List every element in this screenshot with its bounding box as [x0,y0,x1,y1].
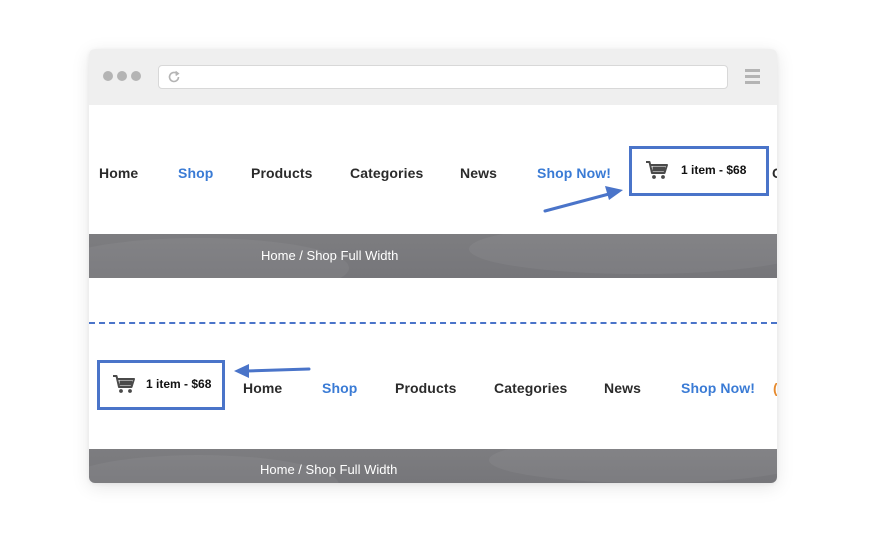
nav-categories[interactable]: Categories [350,165,423,181]
breadcrumb-bottom: Home / Shop Full Width [260,462,397,477]
breadcrumb-banner-top: Home / Shop Full Width [89,234,777,278]
nav-home[interactable]: Home [99,165,138,181]
breadcrumb-separator: / [295,248,307,263]
breadcrumb-current: Shop Full Width [306,248,399,263]
breadcrumb-top: Home / Shop Full Width [261,248,398,263]
nav-news[interactable]: News [604,380,641,396]
window-dots-icon [103,71,141,81]
nav-shop[interactable]: Shop [322,380,357,396]
nav-categories[interactable]: Categories [494,380,567,396]
reload-icon[interactable] [166,69,182,85]
breadcrumb-separator: / [294,462,306,477]
hamburger-menu-icon[interactable] [745,69,760,85]
cart-summary: 1 item - $68 [681,163,747,177]
nav-cutoff-item: ( [773,380,777,396]
address-bar[interactable] [158,65,728,89]
window-dot [103,71,113,81]
nav-products[interactable]: Products [251,165,312,181]
nav-cutoff-item: C [772,165,777,181]
breadcrumb-current: Shop Full Width [305,462,398,477]
layout-divider [89,322,777,324]
browser-window: Home Shop Products Categories News Shop … [89,49,777,483]
breadcrumb-banner-bottom: Home / Shop Full Width [89,449,777,483]
nav-shop[interactable]: Shop [178,165,213,181]
nav-products[interactable]: Products [395,380,456,396]
nav-shop-now[interactable]: Shop Now! [681,380,755,396]
arrow-pointer-icon [543,186,623,213]
screenshot-stage: Home Shop Products Categories News Shop … [0,0,880,550]
cart-icon [646,161,668,179]
breadcrumb-home-link[interactable]: Home [261,248,296,263]
breadcrumb-home-link[interactable]: Home [260,462,295,477]
bottom-navigation: Home Shop Products Categories News Shop … [89,374,777,404]
browser-toolbar [89,49,777,105]
window-dot [131,71,141,81]
nav-shop-now[interactable]: Shop Now! [537,165,611,181]
header-cart-top[interactable]: 1 item - $68 [629,146,769,196]
window-dot [117,71,127,81]
nav-home[interactable]: Home [243,380,282,396]
nav-news[interactable]: News [460,165,497,181]
